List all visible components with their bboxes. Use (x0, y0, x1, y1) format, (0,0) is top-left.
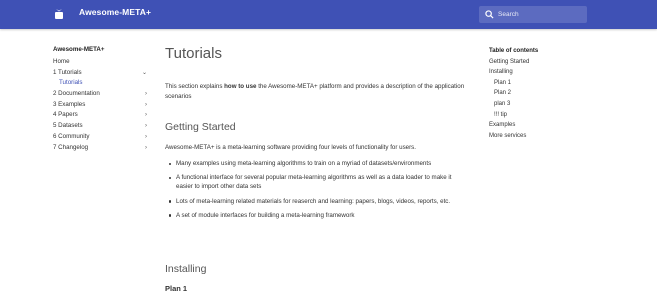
nav-item-label: 3 Examples (53, 100, 86, 108)
search-box[interactable] (479, 6, 587, 23)
chevron-right-icon[interactable]: › (145, 132, 147, 143)
toc-item-tip[interactable]: !!! tip (489, 110, 609, 121)
intro-text-start: This section explains (165, 83, 225, 90)
chevron-right-icon[interactable]: › (145, 110, 147, 121)
nav-item-changelog[interactable]: 7 Changelog › (53, 143, 153, 154)
list-item: Many examples using meta-learning algori… (165, 159, 465, 168)
nav-item-documentation[interactable]: 2 Documentation › (53, 89, 153, 100)
nav-item-community[interactable]: 6 Community › (53, 132, 153, 143)
list-item: A functional interface for several popul… (165, 173, 465, 191)
nav-item-home[interactable]: Home (53, 57, 153, 68)
nav-item-tutorials[interactable]: Tutorials (53, 78, 153, 89)
toc-item-getting-started[interactable]: Getting Started (489, 57, 609, 68)
chevron-down-icon[interactable]: ⌄ (142, 68, 147, 79)
primary-navigation: Awesome-META+ Home 1 Tutorials ⌄ Tutorial… (53, 46, 153, 153)
nav-item-label: 5 Datasets (53, 122, 83, 130)
chevron-right-icon[interactable]: › (145, 100, 147, 111)
table-of-contents: Table of contents Getting Started Instal… (489, 46, 609, 141)
section-heading-getting-started: Getting Started (165, 121, 236, 133)
nav-item-label: 2 Documentation (53, 90, 100, 98)
chevron-right-icon[interactable]: › (145, 89, 147, 100)
toc-item-more-services[interactable]: More services (489, 131, 609, 142)
nav-item-papers[interactable]: 4 Papers › (53, 110, 153, 121)
nav-item-datasets[interactable]: 5 Datasets › (53, 121, 153, 132)
toc-item-installing[interactable]: Installing (489, 67, 609, 78)
search-icon[interactable] (485, 10, 494, 19)
nav-item-label: 1 Tutorials (53, 68, 82, 76)
top-header: Awesome-META+ (0, 0, 657, 29)
nav-item-label: 7 Changelog (53, 143, 89, 151)
nav-item-label: 4 Papers (53, 111, 78, 119)
list-item: A set of module interfaces for building … (165, 211, 465, 220)
nav-title: Awesome-META+ (53, 46, 105, 53)
list-item: Lots of meta-learning related materials … (165, 197, 465, 206)
toc-item-plan-1[interactable]: Plan 1 (489, 78, 609, 89)
toc-item-plan-3[interactable]: plan 3 (489, 99, 609, 110)
toc-item-examples[interactable]: Examples (489, 120, 609, 131)
mortarboard-icon[interactable] (53, 8, 65, 20)
toc-title: Table of contents (489, 48, 539, 54)
nav-item-examples[interactable]: 3 Examples › (53, 100, 153, 111)
getting-started-paragraph: Awesome-META+ is a meta-learning softwar… (165, 144, 416, 151)
nav-item-label: Tutorials (59, 79, 83, 87)
nav-item-label: Home (53, 58, 70, 65)
feature-list: Many examples using meta-learning algori… (165, 159, 465, 225)
toc-item-plan-2[interactable]: Plan 2 (489, 88, 609, 99)
nav-item-tutorials-section[interactable]: 1 Tutorials ⌄ (53, 68, 153, 79)
site-title[interactable]: Awesome-META+ (79, 7, 151, 17)
intro-paragraph: This section explains how to use the Awe… (165, 82, 465, 102)
page-title: Tutorials (165, 45, 222, 62)
section-heading-installing: Installing (165, 263, 207, 275)
chevron-right-icon[interactable]: › (145, 143, 147, 154)
chevron-right-icon[interactable]: › (145, 121, 147, 132)
intro-text-bold: how to use (224, 83, 257, 90)
subsection-heading-plan-1: Plan 1 (165, 284, 188, 293)
nav-item-label: 6 Community (53, 132, 90, 140)
search-input[interactable] (498, 6, 584, 23)
